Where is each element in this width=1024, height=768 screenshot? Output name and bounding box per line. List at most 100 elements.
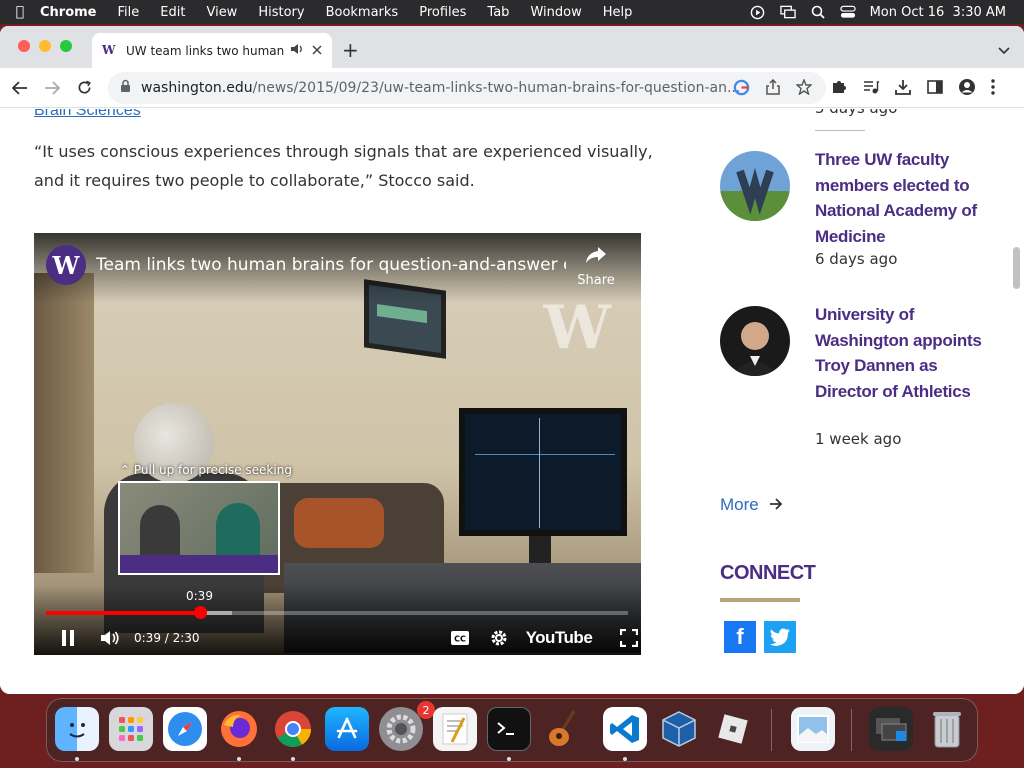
menu-help[interactable]: Help bbox=[603, 5, 633, 20]
seek-preview-thumbnail bbox=[118, 481, 280, 575]
macos-dock: 2 bbox=[46, 698, 978, 762]
virtualbox-icon[interactable] bbox=[657, 707, 701, 751]
progress-bar[interactable] bbox=[46, 606, 628, 619]
connect-heading: CONNECT bbox=[720, 562, 816, 584]
side-panel-icon[interactable] bbox=[926, 78, 944, 100]
news-date-previous: 5 days ago bbox=[815, 109, 897, 117]
tab-audio-icon[interactable] bbox=[290, 43, 304, 58]
chrome-icon[interactable] bbox=[271, 707, 315, 751]
forward-arrow-icon[interactable] bbox=[36, 80, 68, 95]
reload-icon[interactable] bbox=[68, 80, 100, 95]
channel-avatar[interactable]: W bbox=[46, 245, 86, 285]
tab-title: UW team links two human brains bbox=[126, 43, 284, 58]
twitter-icon[interactable] bbox=[764, 621, 796, 653]
screenshot-window-icon[interactable] bbox=[869, 707, 913, 751]
tab-strip: W UW team links two human brains + bbox=[0, 26, 1024, 68]
profile-avatar-icon[interactable] bbox=[958, 78, 976, 100]
time-display: 0:39 / 2:30 bbox=[134, 631, 200, 645]
news-headline-athletics[interactable]: University of Washington appoints Troy D… bbox=[815, 302, 985, 404]
progress-played bbox=[46, 611, 201, 615]
video-title[interactable]: Team links two human brains for question… bbox=[96, 255, 566, 275]
zoom-window-button[interactable] bbox=[60, 40, 72, 52]
arrow-right-icon bbox=[769, 495, 783, 514]
textedit-icon[interactable] bbox=[433, 707, 477, 751]
firefox-icon[interactable] bbox=[217, 707, 261, 751]
roblox-icon[interactable] bbox=[711, 707, 755, 751]
terminal-running-dot bbox=[507, 757, 511, 761]
video-scene-monitor-stand bbox=[529, 536, 551, 566]
news-separator bbox=[815, 130, 865, 131]
browser-tab-active[interactable]: W UW team links two human brains bbox=[92, 33, 332, 68]
trash-icon[interactable] bbox=[925, 707, 969, 751]
news-headline-faculty[interactable]: Three UW faculty members elected to Nati… bbox=[815, 147, 985, 249]
spotlight-search-icon[interactable] bbox=[810, 4, 826, 20]
news-date-athletics: 1 week ago bbox=[815, 430, 902, 448]
minimize-window-button[interactable] bbox=[39, 40, 51, 52]
share-button[interactable]: Share bbox=[572, 245, 620, 288]
downloads-icon[interactable] bbox=[894, 78, 912, 100]
page-scrollbar-thumb[interactable] bbox=[1013, 247, 1020, 289]
seek-hint: ⌃ Pull up for precise seeking bbox=[120, 463, 292, 477]
player-controls: 0:39 / 2:30 CC YouTube bbox=[34, 621, 641, 655]
pause-icon[interactable] bbox=[60, 629, 76, 647]
settings-gear-icon[interactable] bbox=[490, 629, 508, 647]
chevron-up-icon: ⌃ bbox=[120, 463, 131, 477]
tab-close-icon[interactable] bbox=[312, 44, 322, 58]
preview-icon[interactable] bbox=[791, 707, 835, 751]
apple-menu-icon[interactable]:  bbox=[0, 4, 40, 20]
garageband-guitar-icon[interactable] bbox=[541, 707, 585, 751]
captions-icon[interactable]: CC bbox=[450, 630, 470, 646]
more-news-link[interactable]: More bbox=[720, 495, 783, 515]
share-icon[interactable] bbox=[766, 78, 780, 100]
menu-tab[interactable]: Tab bbox=[487, 5, 509, 20]
menu-history[interactable]: History bbox=[258, 5, 304, 20]
dock-separator-2 bbox=[851, 709, 852, 751]
menu-profiles[interactable]: Profiles bbox=[419, 5, 466, 20]
new-tab-button[interactable]: + bbox=[342, 38, 359, 62]
menu-bookmarks[interactable]: Bookmarks bbox=[326, 5, 399, 20]
menu-window[interactable]: Window bbox=[530, 5, 581, 20]
dock-separator bbox=[771, 709, 772, 751]
vscode-running-dot bbox=[623, 757, 627, 761]
fullscreen-icon[interactable] bbox=[620, 629, 639, 647]
chrome-menu-kebab-icon[interactable] bbox=[990, 78, 996, 100]
volume-icon[interactable] bbox=[100, 629, 122, 647]
uw-watermark: W bbox=[543, 293, 611, 363]
youtube-video-player[interactable]: W W Team links two human brains for ques… bbox=[34, 233, 641, 655]
screen-recording-icon[interactable] bbox=[750, 4, 766, 20]
facebook-icon[interactable]: f bbox=[724, 621, 756, 653]
extensions-puzzle-icon[interactable] bbox=[830, 78, 848, 100]
youtube-logo[interactable]: YouTube bbox=[526, 628, 593, 648]
news-date-faculty: 6 days ago bbox=[815, 250, 898, 268]
system-settings-gear-icon[interactable] bbox=[379, 707, 423, 751]
menu-clock[interactable]: Mon Oct 16 3:30 AM bbox=[870, 5, 1006, 20]
menu-edit[interactable]: Edit bbox=[160, 5, 185, 20]
google-lens-icon[interactable] bbox=[733, 79, 750, 100]
menu-file[interactable]: File bbox=[118, 5, 140, 20]
news-thumbnail-faculty[interactable] bbox=[720, 151, 790, 221]
lock-icon[interactable] bbox=[120, 79, 131, 97]
menu-view[interactable]: View bbox=[206, 5, 237, 20]
bookmark-star-icon[interactable] bbox=[795, 78, 813, 100]
finder-icon[interactable] bbox=[55, 707, 99, 751]
back-arrow-icon[interactable] bbox=[4, 80, 36, 95]
launchpad-icon[interactable] bbox=[109, 707, 153, 751]
safari-icon[interactable] bbox=[163, 707, 207, 751]
app-store-icon[interactable] bbox=[325, 707, 369, 751]
tab-search-chevron-down-icon[interactable] bbox=[998, 40, 1010, 59]
vscode-icon[interactable] bbox=[603, 707, 647, 751]
page-content: Brain Sciences “It uses conscious experi… bbox=[0, 109, 1024, 694]
news-thumbnail-athletics[interactable] bbox=[720, 306, 790, 376]
close-window-button[interactable] bbox=[18, 40, 30, 52]
address-bar[interactable]: washington.edu /news/2015/09/23/uw-team-… bbox=[108, 72, 826, 104]
terminal-icon[interactable] bbox=[487, 707, 531, 751]
article-link-brain-sciences[interactable]: Brain Sciences bbox=[34, 109, 141, 120]
browser-toolbar: washington.edu /news/2015/09/23/uw-team-… bbox=[0, 68, 1024, 108]
browser-window: W UW team links two human brains + bbox=[0, 26, 1024, 694]
uw-favicon-icon: W bbox=[102, 42, 116, 57]
control-center-icon[interactable] bbox=[839, 4, 856, 20]
share-arrow-icon bbox=[572, 245, 620, 269]
media-controls-icon[interactable] bbox=[862, 78, 880, 100]
screen-mirroring-icon[interactable] bbox=[779, 4, 796, 20]
menu-app-name[interactable]: Chrome bbox=[40, 5, 97, 20]
